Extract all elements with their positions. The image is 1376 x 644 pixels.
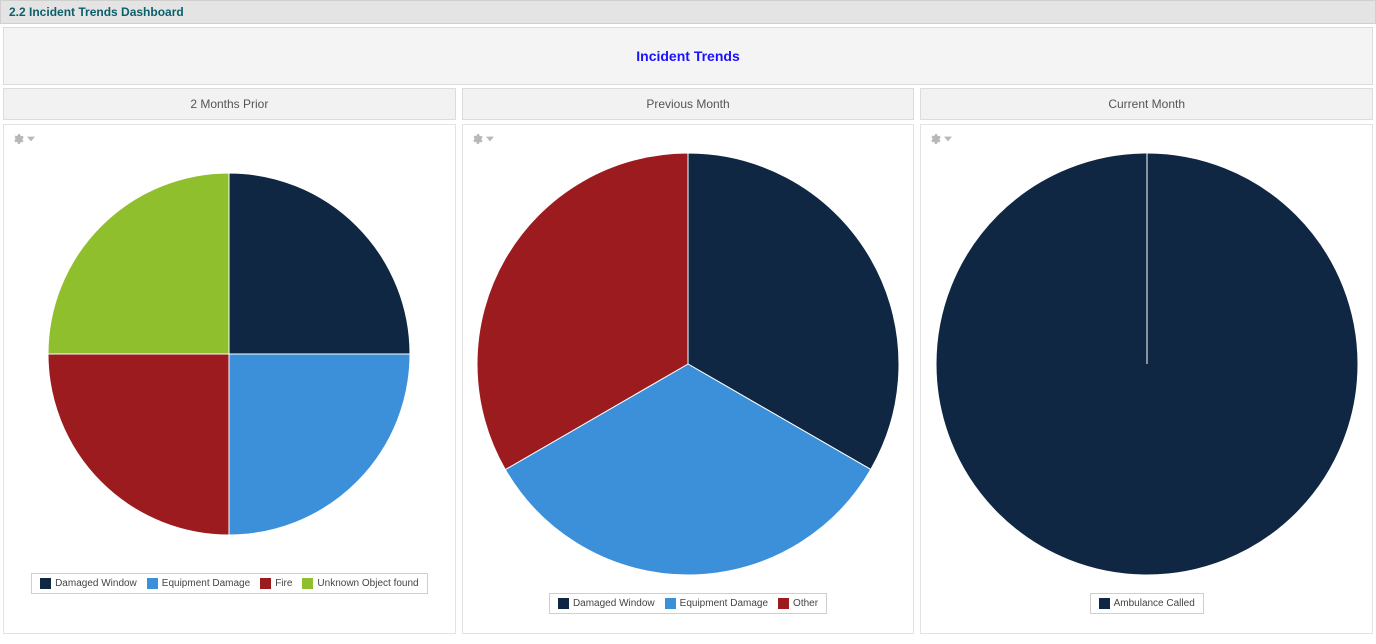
legend-label: Damaged Window (55, 578, 137, 589)
legend-item[interactable]: Damaged Window (558, 598, 655, 609)
period-label-text: Previous Month (646, 97, 729, 111)
legend-swatch (558, 598, 569, 609)
pie-chart-previous-month[interactable] (473, 149, 903, 579)
pie-chart-current-month[interactable] (932, 149, 1362, 579)
chevron-down-icon (944, 135, 952, 143)
chart-options-menu[interactable] (471, 133, 494, 145)
legend-item[interactable]: Damaged Window (40, 578, 137, 589)
chart-options-menu[interactable] (12, 133, 35, 145)
chevron-down-icon (27, 135, 35, 143)
pie-chart-2-months-prior[interactable] (44, 149, 414, 559)
legend-item[interactable]: Unknown Object found (302, 578, 418, 589)
chevron-down-icon (486, 135, 494, 143)
legend-item[interactable]: Equipment Damage (147, 578, 250, 589)
legend-swatch (778, 598, 789, 609)
period-label-2-months-prior: 2 Months Prior (3, 88, 456, 120)
legend-2-months-prior: Damaged Window Equipment Damage Fire Unk… (31, 573, 428, 594)
legend-label: Damaged Window (573, 598, 655, 609)
legend-item[interactable]: Ambulance Called (1099, 598, 1195, 609)
gear-icon (471, 133, 483, 145)
chart-options-menu[interactable] (929, 133, 952, 145)
dashboard-title-bar: 2.2 Incident Trends Dashboard (0, 0, 1376, 24)
legend-swatch (40, 578, 51, 589)
period-label-current-month: Current Month (920, 88, 1373, 120)
period-label-text: 2 Months Prior (190, 97, 268, 111)
header-title: Incident Trends (636, 48, 739, 64)
legend-swatch (147, 578, 158, 589)
chart-panel-current-month: Ambulance Called (920, 124, 1373, 634)
legend-label: Equipment Damage (680, 598, 768, 609)
gear-icon (929, 133, 941, 145)
legend-label: Other (793, 598, 818, 609)
period-label-text: Current Month (1108, 97, 1185, 111)
legend-label: Unknown Object found (317, 578, 418, 589)
legend-label: Ambulance Called (1114, 598, 1195, 609)
charts-row: Damaged Window Equipment Damage Fire Unk… (0, 120, 1376, 637)
legend-current-month: Ambulance Called (1090, 593, 1204, 614)
chart-panel-2-months-prior: Damaged Window Equipment Damage Fire Unk… (3, 124, 456, 634)
legend-item[interactable]: Fire (260, 578, 292, 589)
legend-swatch (260, 578, 271, 589)
legend-swatch (1099, 598, 1110, 609)
gear-icon (12, 133, 24, 145)
legend-previous-month: Damaged Window Equipment Damage Other (549, 593, 827, 614)
dashboard-title: 2.2 Incident Trends Dashboard (9, 5, 184, 19)
period-labels-row: 2 Months Prior Previous Month Current Mo… (0, 88, 1376, 120)
chart-panel-previous-month: Damaged Window Equipment Damage Other (462, 124, 915, 634)
header-panel: Incident Trends (3, 27, 1373, 85)
legend-item[interactable]: Other (778, 598, 818, 609)
legend-label: Fire (275, 578, 292, 589)
period-label-previous-month: Previous Month (462, 88, 915, 120)
legend-label: Equipment Damage (162, 578, 250, 589)
legend-swatch (302, 578, 313, 589)
legend-item[interactable]: Equipment Damage (665, 598, 768, 609)
legend-swatch (665, 598, 676, 609)
